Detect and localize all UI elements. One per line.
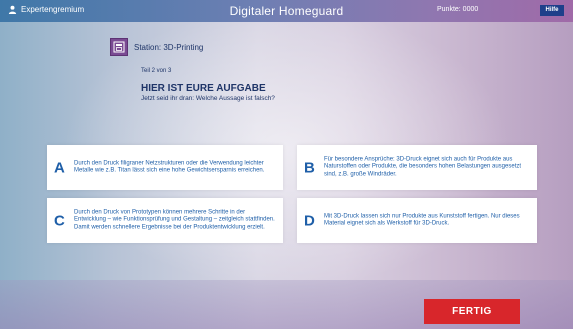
answer-text: Durch den Druck filigraner Netzstrukture… — [74, 159, 265, 174]
answer-card-b[interactable]: B Für besondere Ansprüche: 3D-Druck eign… — [297, 145, 537, 190]
answer-letter: D — [304, 212, 315, 229]
task-block: Teil 2 von 3 HIER IST EURE AUFGABE Jetzt… — [141, 68, 275, 102]
task-part: Teil 2 von 3 — [141, 68, 172, 74]
help-button[interactable]: Hilfe — [540, 5, 564, 16]
station-header: Station: 3D-Printing — [110, 38, 203, 56]
task-question: Jetzt seid ihr dran: Welche Aussage ist … — [141, 95, 275, 102]
answer-letter: B — [304, 159, 315, 176]
points-display: Punkte: 0000 — [437, 6, 479, 13]
3d-printer-icon — [110, 38, 128, 56]
answer-text: Mit 3D-Druck lassen sich nur Produkte au… — [324, 212, 520, 227]
station-label: Station: 3D-Printing — [134, 42, 204, 52]
top-bar: Expertengremium Digitaler Homeguard Punk… — [0, 0, 573, 22]
answer-letter: C — [54, 212, 65, 229]
task-heading: HIER IST EURE AUFGABE — [141, 83, 266, 94]
app-title: Digitaler Homeguard — [229, 4, 344, 18]
answer-text: Durch den Druck von Prototypen können me… — [74, 209, 275, 231]
done-button[interactable]: FERTIG — [424, 299, 520, 324]
answer-card-d[interactable]: D Mit 3D-Druck lassen sich nur Produkte … — [297, 198, 537, 243]
answer-card-a[interactable]: A Durch den Druck filigraner Netzstruktu… — [47, 145, 283, 190]
answer-card-c[interactable]: C Durch den Druck von Prototypen können … — [47, 198, 283, 243]
answer-letter: A — [54, 159, 65, 176]
answer-text: Für besondere Ansprüche: 3D-Druck eignet… — [324, 156, 522, 178]
